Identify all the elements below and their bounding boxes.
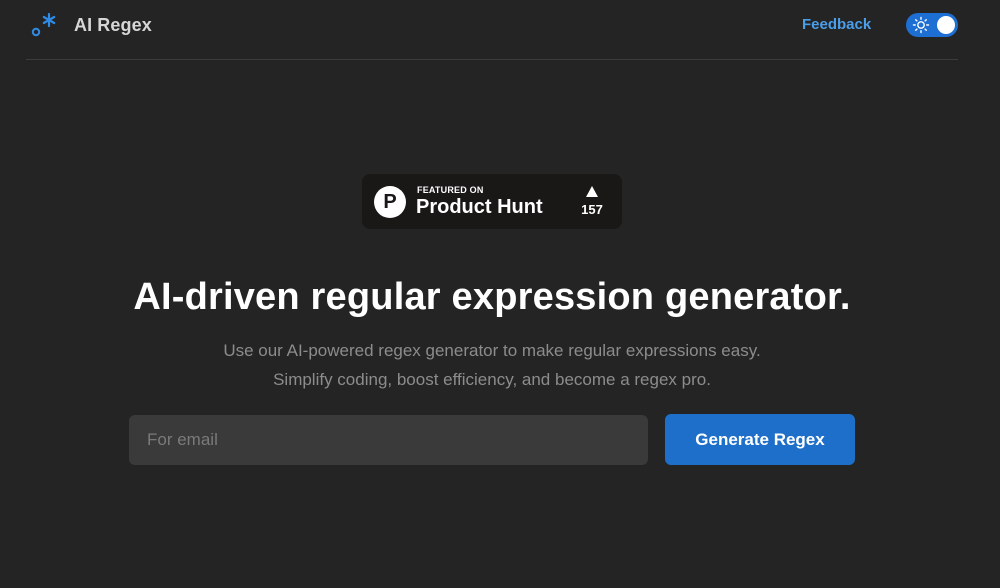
- regex-dot-star-icon[interactable]: [28, 10, 58, 40]
- hero-subtitle-line-1: Use our AI-powered regex generator to ma…: [223, 341, 761, 360]
- product-hunt-name: Product Hunt: [416, 196, 543, 218]
- top-header: AI Regex Feedback: [26, 0, 958, 60]
- product-hunt-logo-icon: P: [374, 186, 406, 218]
- brand-name[interactable]: AI Regex: [74, 15, 152, 36]
- hero-title: AI-driven regular expression generator.: [133, 276, 851, 318]
- theme-toggle[interactable]: [906, 13, 958, 37]
- upvote-count: 157: [581, 202, 603, 217]
- toggle-knob: [937, 16, 955, 34]
- hero-subtitle-line-2: Simplify coding, boost efficiency, and b…: [273, 370, 711, 389]
- feedback-link[interactable]: Feedback: [802, 16, 871, 33]
- upvote-triangle-icon: [586, 186, 598, 197]
- regex-description-input[interactable]: [129, 415, 648, 465]
- product-hunt-badge[interactable]: P FEATURED ON Product Hunt 157: [362, 174, 622, 229]
- featured-on-label: FEATURED ON: [417, 185, 484, 195]
- generate-regex-button[interactable]: Generate Regex: [665, 414, 855, 465]
- sun-icon: [912, 16, 930, 34]
